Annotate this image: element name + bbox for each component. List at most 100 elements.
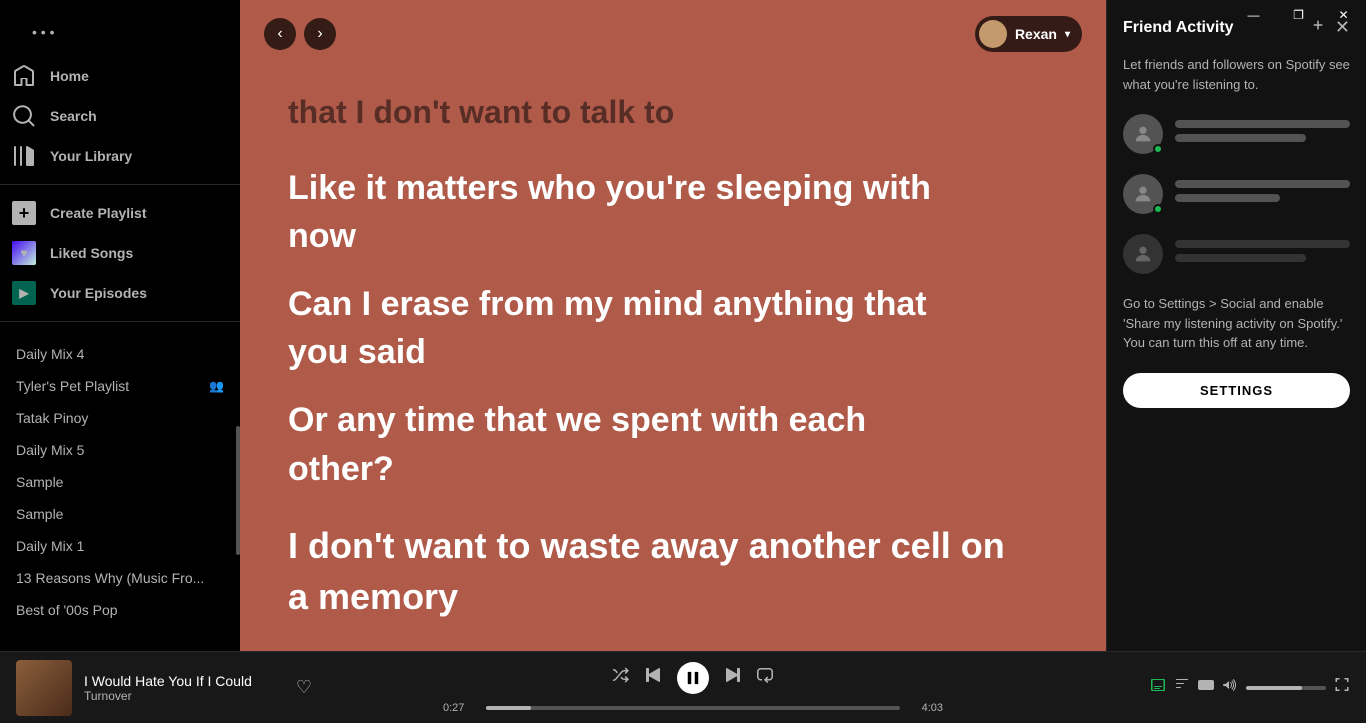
main-header: ‹ › Rexan ▾: [240, 0, 1106, 68]
previous-button[interactable]: [645, 667, 661, 688]
sidebar-item-create-playlist[interactable]: + Create Playlist: [0, 193, 240, 233]
playlist-item-daily-mix-4[interactable]: Daily Mix 4: [0, 338, 240, 370]
playlist-name: Sample: [16, 474, 224, 490]
playlist-name: 13 Reasons Why (Music Fro...: [16, 570, 224, 586]
friend-activity-line: [1175, 194, 1280, 202]
progress-fill: [486, 706, 531, 710]
friend-item-3: [1123, 234, 1350, 274]
three-dots-menu[interactable]: • • •: [16, 16, 232, 48]
playlist-item-sample-1[interactable]: Sample: [0, 466, 240, 498]
volume-slider[interactable]: [1246, 686, 1326, 690]
fullscreen-button[interactable]: [1334, 677, 1350, 698]
lyric-line: Like it matters who you're sleeping with: [288, 166, 1058, 210]
close-button[interactable]: ✕: [1321, 0, 1366, 30]
lyric-break: [288, 142, 1058, 166]
playlist-name: Daily Mix 5: [16, 442, 224, 458]
track-info: I Would Hate You If I Could Turnover: [84, 673, 280, 703]
settings-button[interactable]: SETTINGS: [1123, 373, 1350, 408]
bottom-player: I Would Hate You If I Could Turnover ♡: [0, 651, 1366, 723]
progress-bar-row: 0:27 4:03: [443, 702, 943, 714]
sidebar-item-search[interactable]: Search: [0, 96, 240, 136]
playlist-name: Best of '00s Pop: [16, 602, 224, 618]
devices-button[interactable]: [1198, 677, 1214, 698]
playlist-item-13-reasons[interactable]: 13 Reasons Why (Music Fro...: [0, 562, 240, 594]
collab-icon: 👥: [209, 379, 224, 393]
repeat-button[interactable]: [757, 667, 773, 688]
friend-item-1: [1123, 114, 1350, 154]
friend-activity-line: [1175, 120, 1350, 128]
volume-button[interactable]: [1222, 677, 1238, 698]
album-art: [16, 660, 72, 716]
lyric-line: Or any time that we spent with each: [288, 398, 1058, 442]
friend-activity-line: [1175, 180, 1350, 188]
user-menu[interactable]: Rexan ▾: [975, 16, 1082, 52]
friend-item-2: [1123, 174, 1350, 214]
friend-panel-title: Friend Activity: [1123, 19, 1234, 37]
track-name: I Would Hate You If I Could: [84, 673, 280, 689]
online-indicator: [1153, 144, 1163, 154]
player-right: [1070, 677, 1350, 698]
your-episodes-icon: ▶: [12, 281, 36, 305]
lyric-line: now: [288, 214, 1058, 258]
playlist-name: Sample: [16, 506, 224, 522]
total-time: 4:03: [908, 702, 943, 714]
liked-songs-icon: ♥: [12, 241, 36, 265]
lyrics-button[interactable]: [1150, 677, 1166, 698]
sidebar-divider-2: [0, 321, 240, 322]
playlist-item-sample-2[interactable]: Sample: [0, 498, 240, 530]
library-icon: [12, 144, 36, 168]
playlist-list: Daily Mix 4 Tyler's Pet Playlist 👥 Tatak…: [0, 330, 240, 651]
friend-activity-message: Let friends and followers on Spotify see…: [1123, 55, 1350, 94]
search-icon: [12, 104, 36, 128]
sidebar-item-liked-songs[interactable]: ♥ Liked Songs: [0, 233, 240, 273]
maximize-button[interactable]: ❐: [1276, 0, 1321, 30]
lyric-line: Can I erase from my mind anything that: [288, 282, 1058, 326]
chevron-down-icon: ▾: [1065, 29, 1070, 40]
lyric-line: you said: [288, 330, 1058, 374]
friend-avatar-1: [1123, 114, 1163, 154]
progress-bar[interactable]: [486, 706, 900, 710]
sidebar-item-search-label: Search: [50, 108, 97, 124]
friend-activity-lines: [1175, 240, 1350, 268]
next-button[interactable]: [725, 667, 741, 688]
player-center: 0:27 4:03: [316, 662, 1070, 714]
playlist-item-best-00s[interactable]: Best of '00s Pop: [0, 594, 240, 626]
playlist-item-daily-mix-1[interactable]: Daily Mix 1: [0, 530, 240, 562]
like-button[interactable]: ♡: [292, 673, 316, 702]
playlist-item-tylers-pet[interactable]: Tyler's Pet Playlist 👥: [0, 370, 240, 402]
your-episodes-label: Your Episodes: [50, 285, 147, 301]
lyric-line-current: a memory: [288, 574, 1058, 621]
lyrics-area: that I don't want to talk to Like it mat…: [240, 68, 1106, 651]
playlist-name: Daily Mix 1: [16, 538, 224, 554]
forward-button[interactable]: ›: [304, 18, 336, 50]
shuffle-button[interactable]: [613, 667, 629, 688]
minimize-button[interactable]: —: [1231, 0, 1276, 30]
playlist-item-tatak-pinoy[interactable]: Tatak Pinoy: [0, 402, 240, 434]
sidebar-item-your-episodes[interactable]: ▶ Your Episodes: [0, 273, 240, 313]
lyric-line-current: I don't want to waste away another cell …: [288, 523, 1058, 570]
back-button[interactable]: ‹: [264, 18, 296, 50]
main-content: ‹ › Rexan ▾ that I don't want to talk to…: [240, 0, 1106, 651]
friend-activity-line: [1175, 254, 1306, 262]
sidebar-item-home[interactable]: Home: [0, 56, 240, 96]
lyric-line-current: When you're just another meaningless: [288, 644, 1058, 651]
liked-songs-label: Liked Songs: [50, 245, 133, 261]
user-name: Rexan: [1015, 26, 1057, 42]
home-icon: [12, 64, 36, 88]
playlist-item-daily-mix-5[interactable]: Daily Mix 5: [0, 434, 240, 466]
sidebar: • • • Home Search: [0, 0, 240, 651]
sidebar-item-home-label: Home: [50, 68, 89, 84]
online-indicator: [1153, 204, 1163, 214]
settings-message: Go to Settings > Social and enable 'Shar…: [1123, 294, 1350, 353]
friend-activity-lines: [1175, 120, 1350, 148]
nav-buttons: ‹ ›: [264, 18, 336, 50]
friend-activity-line: [1175, 134, 1306, 142]
sidebar-divider-1: [0, 184, 240, 185]
playlist-name: Tyler's Pet Playlist: [16, 378, 209, 394]
queue-button[interactable]: [1174, 677, 1190, 698]
create-playlist-icon: +: [12, 201, 36, 225]
playlist-name: Daily Mix 4: [16, 346, 224, 362]
playlist-name: Tatak Pinoy: [16, 410, 224, 426]
pause-button[interactable]: [677, 662, 709, 694]
sidebar-item-library[interactable]: Your Library: [0, 136, 240, 176]
